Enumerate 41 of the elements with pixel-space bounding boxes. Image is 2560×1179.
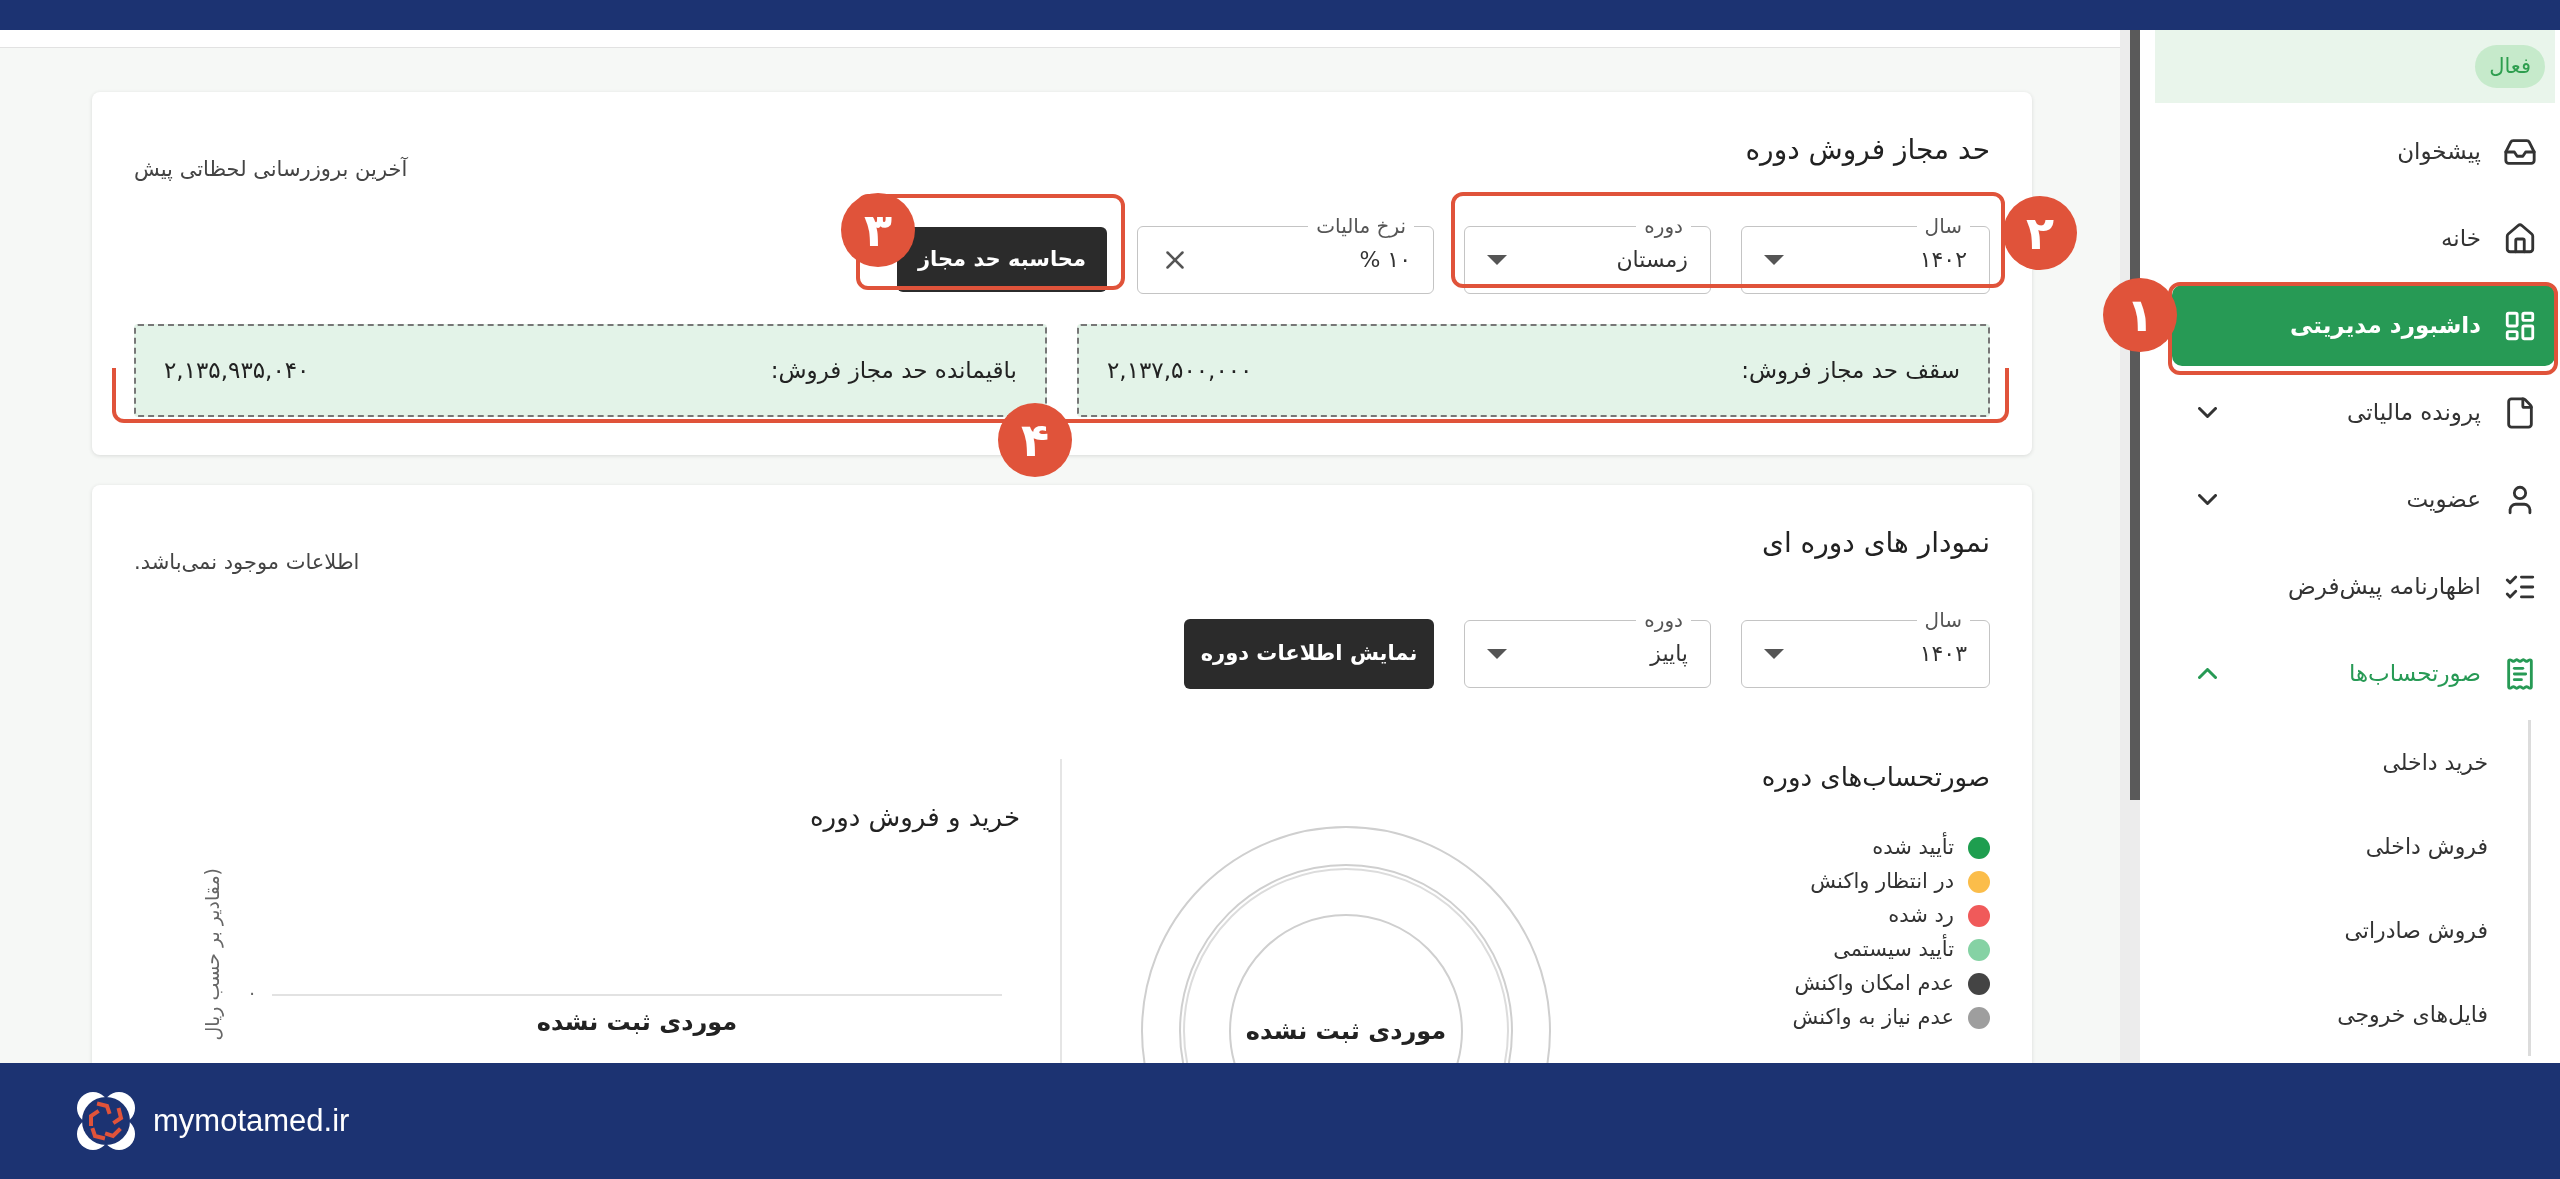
calculate-button[interactable]: محاسبه حد مجاز [897,227,1107,292]
axis-tick: ۰ [247,981,257,1003]
legend-label: عدم امکان واکنش [1794,969,1954,997]
no-data-note: اطلاعات موجود نمی‌باشد. [134,549,360,576]
sidebar-item[interactable]: صورتحساب‌ها [2172,633,2555,714]
sidebar-item[interactable]: داشبورد مدیریتی [2172,285,2555,366]
legend-label: عدم نیاز به واکنش [1792,1003,1954,1031]
axis-label: (مقادیر بر حسب ریال [199,868,225,1041]
submenu-item[interactable]: خرید داخلی [2172,720,2528,804]
legend-label: تأیید شده [1872,831,1954,861]
empty-chart-message: موردی ثبت نشده [1245,1015,1447,1047]
legend-label: تأیید سیستمی [1833,933,1954,963]
submenu-item[interactable]: فایل‌های خروجی [2172,972,2528,1056]
logo-icon [75,1090,137,1152]
update-note: آخرین بروزرسانی لحظاتی پیش [134,156,408,183]
status-badge: فعال [2475,44,2545,89]
summary-label: باقیمانده حد مجاز فروش: [770,355,1017,386]
submenu-item[interactable]: فروش صادراتی [2172,888,2528,972]
summary-value: ۲,۱۳۵,۹۳۵,۰۴۰ [164,355,310,385]
sidebar-item[interactable]: اظهارنامه پیش‌فرض [2172,546,2555,627]
dropdown-arrow-icon [1764,254,1784,265]
summary-value: ۲,۱۳۷,۵۰۰,۰۰۰ [1107,355,1253,385]
dropdown-arrow-icon [1764,648,1784,659]
show-period-button[interactable]: نمایش اطلاعات دوره [1184,618,1434,689]
home-icon [2503,221,2537,256]
dropdown-arrow-icon [1487,254,1507,265]
sidebar-item[interactable]: پرونده مالیاتی [2172,372,2555,453]
card-title: حد مجاز فروش دوره [1745,132,1990,168]
panel-title: خرید و فروش دوره [808,800,1020,835]
panel-title: صورتحساب‌های دوره [1760,760,1990,795]
dropdown-arrow-icon [1487,648,1507,659]
legend-label: رد شده [1888,901,1954,929]
card-title: نمودار های دوره ای [1762,525,1990,561]
legend-label: در انتظار واکنش [1810,867,1954,895]
summary-label: سقف حد مجاز فروش: [1741,355,1960,386]
sidebar-item[interactable]: خانه [2172,198,2555,279]
submenu-item[interactable]: فروش داخلی [2172,804,2528,888]
sidebar-item[interactable]: پیشخوان [2172,111,2555,192]
empty-chart-message: موردی ثبت نشده [536,1006,738,1038]
sidebar-item[interactable]: عضویت [2172,459,2555,540]
site-name: mymotamed.ir [153,1101,350,1140]
